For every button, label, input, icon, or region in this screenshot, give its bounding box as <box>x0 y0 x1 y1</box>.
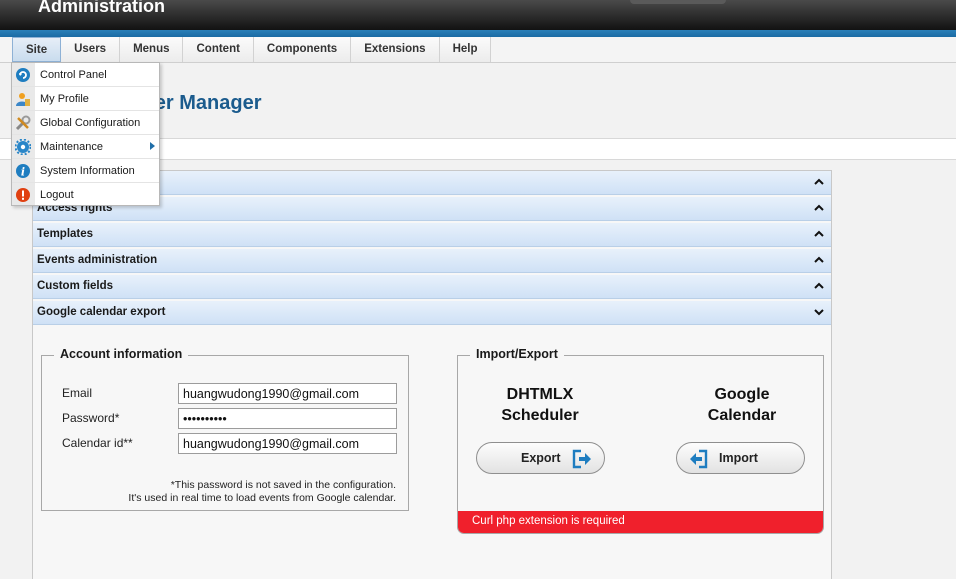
export-arrow-icon <box>571 448 593 470</box>
menu-menus[interactable]: Menus <box>120 37 184 62</box>
chevron-up-icon <box>813 228 825 240</box>
dd-label-maintenance: Maintenance <box>40 141 103 153</box>
site-dropdown-menu: Control Panel My Profile Global Configur… <box>11 62 160 206</box>
chevron-up-icon <box>813 280 825 292</box>
chevron-up-icon <box>813 176 825 188</box>
submenu-arrow-icon <box>150 142 155 150</box>
menu-item-global-configuration[interactable]: Global Configuration <box>12 111 159 135</box>
section-label: Templates <box>37 228 94 240</box>
section-google-calendar-export[interactable]: Google calendar export <box>33 301 831 325</box>
logout-icon <box>15 187 31 203</box>
password-note-line2: It's used in real time to load events fr… <box>128 492 396 504</box>
google-title-line1: Google <box>714 386 770 403</box>
dd-label-global-configuration: Global Configuration <box>40 117 141 129</box>
menu-item-control-panel[interactable]: Control Panel <box>12 63 159 87</box>
email-field[interactable] <box>178 383 397 404</box>
curl-error-text: Curl php extension is required <box>472 515 625 527</box>
dd-label-control-panel: Control Panel <box>40 69 107 81</box>
section-label: Custom fields <box>37 280 114 292</box>
import-export-legend: Import/Export <box>470 347 564 361</box>
google-title-line2: Calendar <box>707 407 777 424</box>
menu-content[interactable]: Content <box>183 37 254 62</box>
email-label: Email <box>62 386 93 400</box>
header-stripe <box>0 30 956 37</box>
import-button[interactable]: Import <box>676 442 805 474</box>
import-arrow-icon <box>687 448 709 470</box>
chevron-up-icon <box>813 202 825 214</box>
menu-site[interactable]: Site <box>12 37 62 62</box>
section-events-administration[interactable]: Events administration <box>33 249 831 273</box>
section-custom-fields[interactable]: Custom fields <box>33 275 831 299</box>
import-button-label: Import <box>719 451 758 465</box>
gear-icon <box>14 138 32 156</box>
menu-item-system-information[interactable]: i System Information <box>12 159 159 183</box>
calendar-id-field[interactable] <box>178 433 397 454</box>
dhtmlx-title-line2: Scheduler <box>501 407 579 424</box>
menu-bar: Site Users Menus Content Components Exte… <box>0 37 956 63</box>
admin-title: Administration <box>38 0 166 16</box>
chevron-up-icon <box>813 254 825 266</box>
header-decoration <box>630 0 726 4</box>
export-button-label: Export <box>521 451 561 465</box>
section-label: Events administration <box>37 254 158 266</box>
calendar-id-label: Calendar id** <box>62 436 133 450</box>
account-information-legend: Account information <box>54 347 189 361</box>
dd-label-my-profile: My Profile <box>40 93 89 105</box>
settings-panel: Access rights Templates Events administr… <box>32 170 832 579</box>
menu-item-my-profile[interactable]: My Profile <box>12 87 159 111</box>
google-calendar-title: Google Calendar <box>682 384 802 426</box>
dhtmlx-scheduler-title: DHTMLX Scheduler <box>480 384 600 426</box>
menu-users[interactable]: Users <box>61 37 121 62</box>
admin-header: Administration <box>0 0 956 30</box>
tools-icon <box>15 115 31 131</box>
chevron-down-icon <box>813 306 825 318</box>
dhtmlx-title-line1: DHTMLX <box>506 386 574 403</box>
password-label: Password* <box>62 411 120 425</box>
section-label: Google calendar export <box>37 306 166 318</box>
menu-help[interactable]: Help <box>439 37 492 62</box>
export-button[interactable]: Export <box>476 442 605 474</box>
menu-extensions[interactable]: Extensions <box>351 37 440 62</box>
curl-error-bar: Curl php extension is required <box>458 511 823 533</box>
dd-label-logout: Logout <box>40 189 74 201</box>
menu-components[interactable]: Components <box>253 37 352 62</box>
section-templates[interactable]: Templates <box>33 223 831 247</box>
profile-icon <box>15 91 31 107</box>
info-icon: i <box>15 163 31 179</box>
menu-item-maintenance[interactable]: Maintenance <box>12 135 159 159</box>
password-field[interactable] <box>178 408 397 429</box>
account-information-fieldset: Account information Email Password* Cale… <box>41 347 409 511</box>
svg-text:i: i <box>21 166 25 179</box>
password-note-line1: *This password is not saved in the confi… <box>170 479 396 491</box>
import-export-fieldset: Import/Export DHTMLX Scheduler Google Ca… <box>457 347 824 534</box>
menu-item-logout[interactable]: Logout <box>12 183 159 207</box>
dd-label-system-information: System Information <box>40 165 135 177</box>
control-panel-icon <box>15 67 31 83</box>
